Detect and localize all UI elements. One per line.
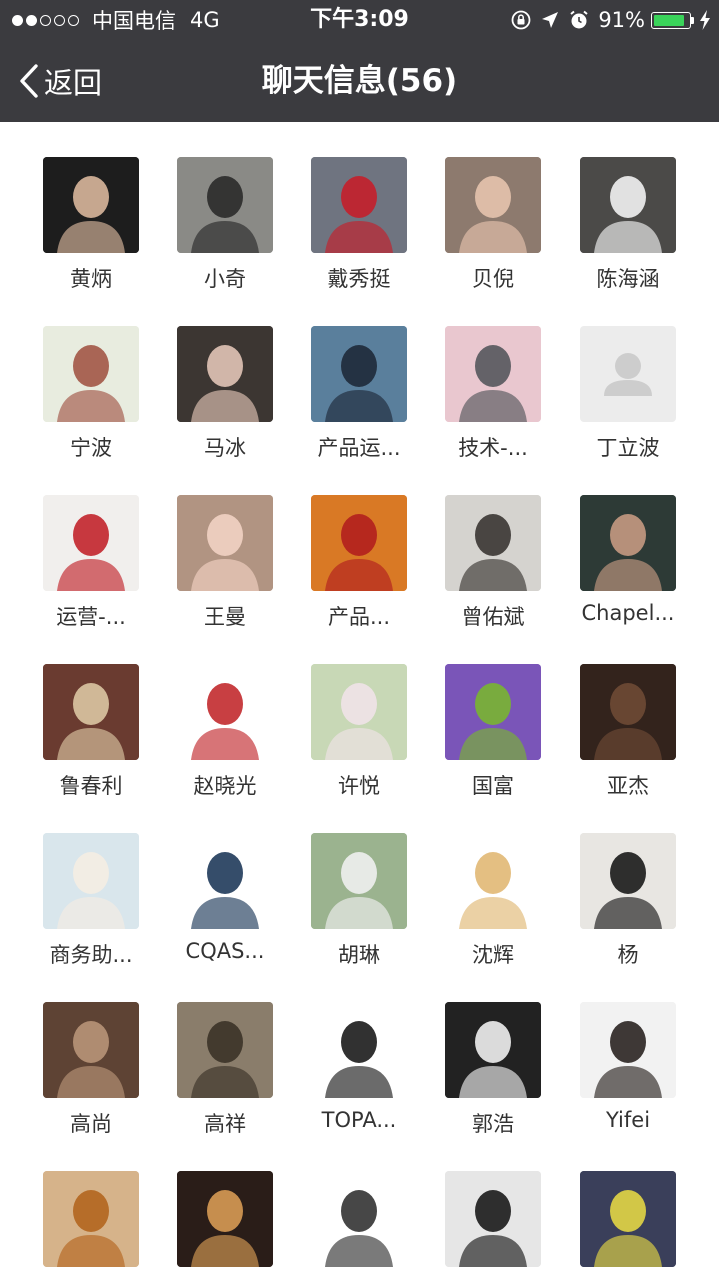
member-name: Chapel...	[581, 601, 675, 625]
member-name: 曾佑斌	[461, 605, 525, 629]
member-avatar[interactable]	[580, 833, 676, 929]
member-avatar[interactable]	[43, 326, 139, 422]
member-name: CQAS...	[185, 939, 265, 963]
member-name: 马冰	[204, 436, 246, 460]
member-avatar[interactable]	[43, 1002, 139, 1098]
carrier-name: 中国电信	[92, 9, 176, 33]
member-avatar[interactable]	[43, 495, 139, 591]
battery-icon	[651, 11, 691, 29]
member-name: 技术-...	[458, 436, 528, 460]
member-avatar[interactable]	[177, 1002, 273, 1098]
battery-percent: 91%	[598, 8, 645, 32]
charging-icon	[699, 10, 711, 30]
member-avatar[interactable]	[445, 1002, 541, 1098]
member-avatar[interactable]	[580, 1002, 676, 1098]
member-name: 运营-...	[56, 605, 126, 629]
status-left: 中国电信 4G	[12, 0, 220, 40]
member-name: 贝倪	[472, 267, 514, 291]
member-avatar[interactable]	[445, 495, 541, 591]
status-right: 91%	[502, 0, 711, 40]
member-avatar[interactable]	[445, 326, 541, 422]
member-avatar[interactable]	[43, 1171, 139, 1267]
signal-dot	[12, 14, 23, 26]
member-avatar[interactable]	[311, 833, 407, 929]
member-avatar[interactable]	[43, 833, 139, 929]
member-name: Yifei	[605, 1108, 651, 1132]
member-avatar[interactable]	[43, 157, 139, 253]
member-name: 国富	[472, 774, 514, 798]
member-name: 产品...	[327, 605, 391, 629]
member-avatar[interactable]	[445, 157, 541, 253]
member-name: 戴秀挺	[327, 267, 391, 291]
member-avatar[interactable]	[177, 1171, 273, 1267]
navigation-bar: 返回 聊天信息(56)	[0, 40, 719, 122]
member-grid-container: 黄炳 小奇 戴秀挺 贝倪 陈海涵宁波 马冰 产品运... 技术-... 丁立波运营-... 王曼 产…	[0, 122, 719, 1280]
member-name: 高祥	[204, 1112, 246, 1136]
member-avatar[interactable]	[177, 495, 273, 591]
member-name: 商务助...	[49, 943, 133, 967]
member-name: 丁立波	[596, 436, 660, 460]
orientation-lock-icon	[510, 9, 532, 31]
member-avatar[interactable]	[580, 1171, 676, 1267]
network-type: 4G	[190, 8, 220, 32]
member-name: 沈辉	[472, 943, 514, 967]
member-avatar[interactable]	[311, 495, 407, 591]
member-avatar[interactable]	[445, 1171, 541, 1267]
signal-dot	[26, 14, 37, 26]
member-avatar[interactable]	[580, 664, 676, 760]
member-avatar[interactable]	[177, 326, 273, 422]
member-name: 小奇	[204, 267, 246, 291]
member-name: 赵晓光	[193, 774, 257, 798]
member-name: 高尚	[70, 1112, 112, 1136]
member-name: 王曼	[204, 605, 246, 629]
signal-dot	[40, 14, 51, 26]
member-name: 亚杰	[607, 774, 649, 798]
member-avatar[interactable]	[311, 326, 407, 422]
member-avatar[interactable]	[177, 157, 273, 253]
location-icon	[540, 10, 560, 30]
member-avatar[interactable]	[580, 495, 676, 591]
battery-cap	[691, 16, 694, 24]
member-name: 宁波	[70, 436, 112, 460]
member-name: 杨	[617, 943, 639, 967]
member-name: 郭浩	[472, 1112, 514, 1136]
member-name: 许悦	[338, 774, 380, 798]
default-avatar-icon[interactable]	[580, 326, 676, 422]
member-name: 产品运...	[317, 436, 401, 460]
signal-dot	[54, 14, 65, 26]
member-avatar[interactable]	[311, 1171, 407, 1267]
member-name: TOPA...	[321, 1108, 397, 1132]
back-button[interactable]: 返回	[18, 40, 102, 122]
member-avatar[interactable]	[311, 1002, 407, 1098]
page-title: 聊天信息(56)	[261, 63, 458, 99]
signal-dot	[68, 14, 79, 26]
member-name: 陈海涵	[596, 267, 660, 291]
back-label: 返回	[44, 66, 103, 100]
member-avatar[interactable]	[311, 664, 407, 760]
member-name: 鲁春利	[59, 774, 123, 798]
member-avatar[interactable]	[445, 664, 541, 760]
member-avatar[interactable]	[580, 157, 676, 253]
member-avatar[interactable]	[445, 833, 541, 929]
member-avatar[interactable]	[177, 664, 273, 760]
member-avatar[interactable]	[177, 833, 273, 929]
signal-strength-icon	[12, 14, 82, 26]
member-name: 胡琳	[338, 943, 380, 967]
alarm-icon	[568, 9, 590, 31]
member-avatar[interactable]	[43, 664, 139, 760]
member-avatar[interactable]	[311, 157, 407, 253]
member-name: 黄炳	[70, 267, 112, 291]
status-bar: 中国电信 4G 下午3:09 91%	[0, 0, 719, 40]
chevron-left-icon	[20, 64, 38, 98]
